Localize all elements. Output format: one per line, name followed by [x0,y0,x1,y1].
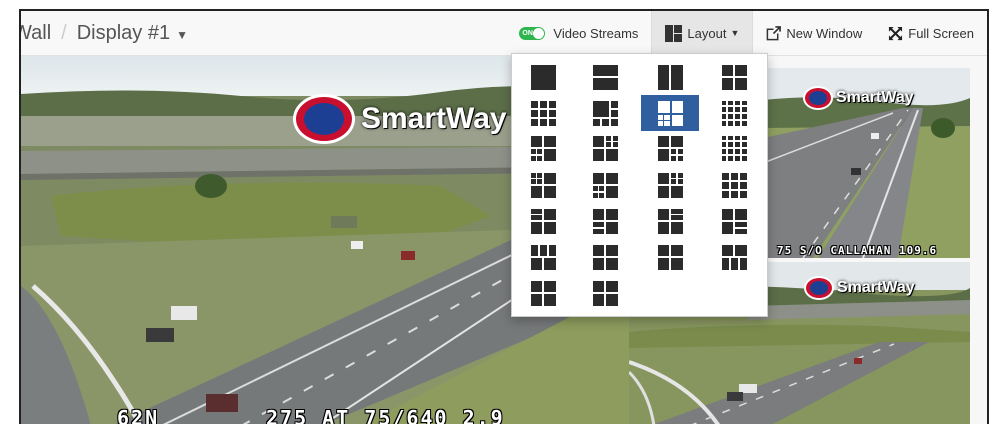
layout-thumbnail-icon [657,208,683,234]
layout-thumbnail-icon [657,244,683,270]
layout-variant-15-option[interactable] [641,167,699,203]
caret-down-icon: ▼ [176,27,188,42]
layout-variant-9-option[interactable] [514,130,572,166]
layout-variant-22-option[interactable] [576,239,634,275]
layout-thumbnail-icon [657,64,683,90]
layout-thumbnail-icon [657,172,683,198]
layout-variant-23-option[interactable] [641,239,699,275]
tennessee-star-icon [804,276,834,300]
layout-variant-20-option[interactable] [705,203,763,239]
layout-grid-icon [665,24,683,42]
caret-down-icon: ▼ [730,28,740,38]
layout-thumbnail-icon [721,208,747,234]
video-streams-toggle[interactable]: ON Video Streams [506,11,651,55]
layout-variant-16-option[interactable] [705,167,763,203]
smartway-logo: SmartWay [293,94,507,144]
layout-thumbnail-icon [530,135,556,161]
tennessee-star-icon [293,94,355,144]
breadcrumb: Wall / Display #1 ▼ [21,11,188,55]
layout-thumbnail-icon [721,244,747,270]
layout-thumbnail-icon [657,100,683,126]
external-link-icon [767,25,782,40]
layout-thumbnail-icon [721,64,747,90]
top-navbar: Wall / Display #1 ▼ ON Video Streams Layo… [21,11,987,56]
layout-thumbnail-icon [530,172,556,198]
layout-2x2-option[interactable] [705,59,763,95]
tennessee-star-icon [803,86,833,110]
breadcrumb-separator: / [61,21,67,44]
layout-variant-10-option[interactable] [576,130,634,166]
layout-label: Layout [687,25,727,41]
new-window-button[interactable]: New Window [753,11,875,55]
layout-thumbnail-icon [592,100,618,126]
camera-caption: 75 S/O CALLAHAN 109.6 [777,244,938,257]
layout-1-over-1-option[interactable] [576,59,634,95]
video-streams-label: Video Streams [553,25,639,41]
layout-menu-button[interactable]: Layout ▼ [651,11,754,55]
full-screen-label: Full Screen [908,25,974,41]
smartway-logo: SmartWay [803,86,914,110]
layout-variant-13-option[interactable] [514,167,572,203]
layout-thumbnail-icon [592,135,618,161]
layout-variant-26-option[interactable] [576,275,634,311]
layout-thumbnail-icon [530,208,556,234]
camera-caption-main: 275 AT 75/640 2.9 [266,406,505,424]
layout-variant-18-option[interactable] [576,203,634,239]
camera-feed-top-right[interactable]: SmartWay 75 S/O CALLAHAN 109.6 [763,68,970,258]
layout-thumbnail-icon [721,100,747,126]
layout-thumbnail-icon [530,64,556,90]
display-title: Display #1 [76,21,171,44]
camera-caption-left: 62N [117,406,160,424]
layout-variant-25-option[interactable] [514,275,572,311]
layout-3x3-option[interactable] [514,95,572,131]
display-selector[interactable]: Display #1 ▼ [77,22,188,45]
layout-thumbnail-icon [721,172,747,198]
smartway-logo: SmartWay [804,276,915,300]
layout-variant-19-option[interactable] [641,203,699,239]
video-wall-window: Wall / Display #1 ▼ ON Video Streams Layo… [19,9,989,424]
layout-variant-21-option[interactable] [514,239,572,275]
layout-1-plus-7-option[interactable] [641,95,699,131]
full-screen-button[interactable]: Full Screen [875,11,987,55]
layout-variant-12-option[interactable] [705,130,763,166]
layout-dropdown-menu [511,53,768,317]
layout-variant-24-option[interactable] [705,239,763,275]
layout-thumbnail-icon [592,172,618,198]
toggle-switch-icon[interactable]: ON [519,26,546,40]
layout-thumbnail-icon [721,135,747,161]
layout-thumbnail-icon [657,135,683,161]
layout-thumbnail-icon [592,244,618,270]
layout-thumbnail-icon [530,280,556,306]
layout-variant-14-option[interactable] [576,167,634,203]
fullscreen-arrows-icon [889,26,903,40]
breadcrumb-wall-link[interactable]: Wall [21,22,51,45]
layout-1x1-option[interactable] [514,59,572,95]
layout-1-plus-5-option[interactable] [576,95,634,131]
layout-thumbnail-icon [592,280,618,306]
layout-1-by-1-option[interactable] [641,59,699,95]
layout-variant-11-option[interactable] [641,130,699,166]
new-window-label: New Window [786,25,863,41]
layout-thumbnail-icon [530,100,556,126]
layout-thumbnail-icon [530,244,556,270]
layout-thumbnail-icon [592,64,618,90]
layout-4x4-option[interactable] [705,95,763,131]
layout-variant-17-option[interactable] [514,203,572,239]
navbar-actions: ON Video Streams Layout ▼ New Window Ful… [506,11,987,55]
layout-thumbnail-icon [592,208,618,234]
